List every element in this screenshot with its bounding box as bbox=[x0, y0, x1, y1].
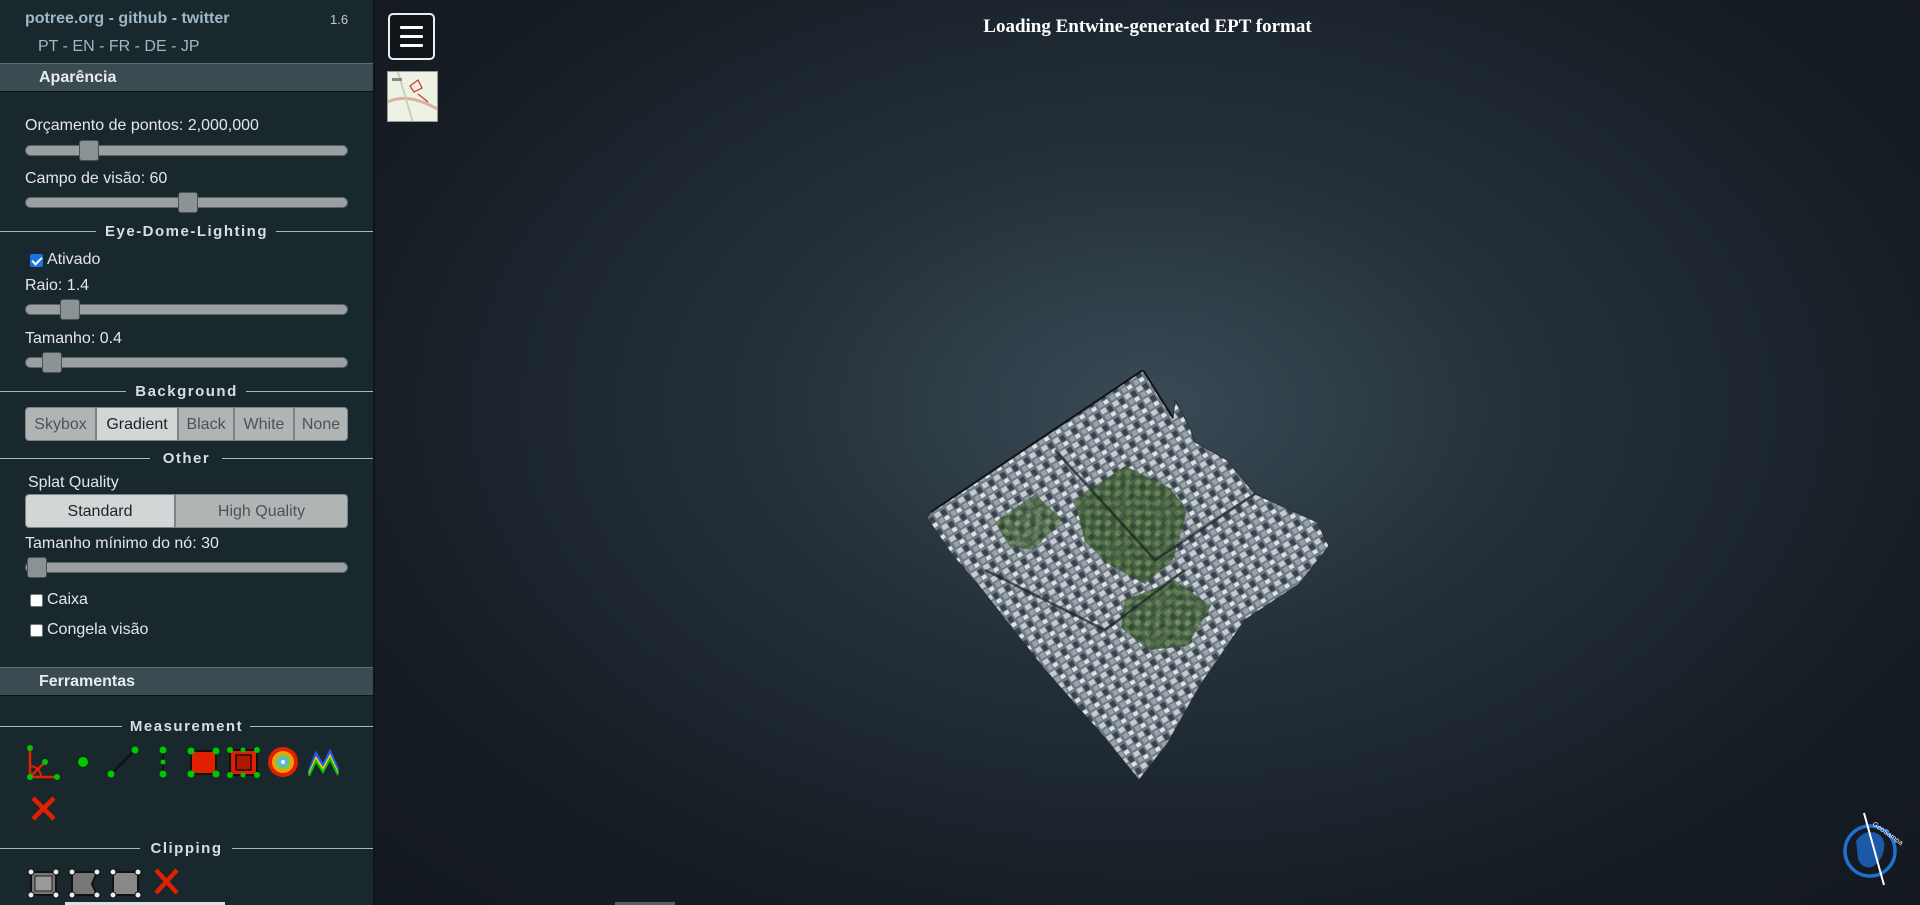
link-github[interactable]: github bbox=[118, 10, 167, 27]
height-icon[interactable] bbox=[145, 744, 182, 781]
map-toggle-button[interactable] bbox=[387, 71, 438, 122]
menu-toggle-button[interactable] bbox=[388, 13, 435, 60]
accordion-tools[interactable]: Ferramentas bbox=[0, 667, 373, 696]
measurement-section-title: Measurement bbox=[129, 718, 244, 735]
freeze-view-check[interactable] bbox=[30, 623, 43, 637]
point-budget-slider[interactable] bbox=[25, 140, 348, 161]
clip-polygon-icon[interactable] bbox=[66, 864, 103, 901]
edl-enabled-checkbox[interactable]: Ativado bbox=[30, 251, 100, 269]
other-section-title: Other bbox=[162, 450, 211, 467]
other-section-divider: Other bbox=[0, 449, 373, 469]
min-node-size-slider[interactable] bbox=[25, 557, 348, 578]
version-label: 1.6 bbox=[330, 12, 349, 27]
lang-jp[interactable]: JP bbox=[181, 38, 200, 55]
area-icon[interactable] bbox=[185, 744, 222, 781]
point-cloud-viewer[interactable]: Loading Entwine-generated EPT format Geo… bbox=[65, 0, 1920, 905]
background-black-button[interactable]: Black bbox=[178, 407, 234, 441]
link-separator: - bbox=[108, 10, 114, 27]
clipping-section-title: Clipping bbox=[150, 840, 223, 857]
edl-strength-slider-handle[interactable] bbox=[42, 352, 62, 373]
background-none-button[interactable]: None bbox=[294, 407, 348, 441]
accordion-appearance-title: Aparência bbox=[39, 69, 117, 86]
background-section-divider: Background bbox=[0, 382, 373, 402]
clip-volume-icon[interactable] bbox=[25, 864, 62, 901]
language-links: PT - EN - FR - DE - JP bbox=[38, 38, 200, 56]
freeze-view-label: Congela visão bbox=[47, 621, 149, 638]
freeze-view-checkbox[interactable]: Congela visão bbox=[30, 621, 148, 639]
lang-separator: - bbox=[171, 38, 177, 55]
point-cloud-render bbox=[926, 370, 1330, 781]
point-budget-label: Orçamento de pontos: 2,000,000 bbox=[25, 117, 259, 134]
menu-icon-bar bbox=[400, 44, 423, 47]
background-section-title: Background bbox=[135, 383, 238, 400]
volume-icon[interactable] bbox=[225, 744, 262, 781]
background-button-group: Skybox Gradient Black White None bbox=[25, 407, 348, 441]
lang-pt[interactable]: PT bbox=[38, 38, 58, 55]
measurement-tools-row2 bbox=[25, 790, 62, 827]
viewer-title: Loading Entwine-generated EPT format bbox=[983, 16, 1312, 37]
menu-icon-bar bbox=[400, 35, 423, 38]
splat-high-quality-button[interactable]: High Quality bbox=[175, 494, 348, 528]
clip-screen-box-icon[interactable] bbox=[107, 864, 144, 901]
edl-strength-slider[interactable] bbox=[25, 352, 348, 373]
box-label: Caixa bbox=[47, 591, 88, 608]
min-node-size-slider-handle[interactable] bbox=[27, 557, 47, 578]
remove-clipping-icon[interactable] bbox=[148, 864, 185, 901]
header-links: potree.org - github - twitter bbox=[25, 10, 229, 28]
fov-label: Campo de visão: 60 bbox=[25, 170, 168, 187]
link-separator: - bbox=[171, 10, 178, 27]
distance-icon[interactable] bbox=[105, 744, 142, 781]
lang-de[interactable]: DE bbox=[144, 38, 166, 55]
edl-enabled-check[interactable] bbox=[30, 253, 43, 267]
lang-fr[interactable]: FR bbox=[109, 38, 130, 55]
map-icon bbox=[388, 72, 437, 121]
edl-radius-label: Raio: 1.4 bbox=[25, 277, 90, 294]
lang-separator: - bbox=[62, 38, 68, 55]
accordion-tools-title: Ferramentas bbox=[39, 673, 136, 690]
edl-section-divider: Eye-Dome-Lighting bbox=[0, 222, 373, 242]
menu-icon bbox=[400, 26, 423, 29]
remove-all-icon[interactable] bbox=[25, 790, 62, 827]
link-potree[interactable]: potree.org bbox=[25, 10, 104, 27]
lang-separator: - bbox=[99, 38, 105, 55]
clipping-tools bbox=[25, 864, 185, 901]
background-skybox-button[interactable]: Skybox bbox=[25, 407, 96, 441]
geosampa-logo-icon: GeoSampa bbox=[1843, 812, 1904, 886]
splat-quality-label: Splat Quality bbox=[28, 474, 119, 491]
background-gradient-button[interactable]: Gradient bbox=[96, 407, 178, 441]
edl-radius-slider-handle[interactable] bbox=[60, 299, 80, 320]
box-checkbox[interactable]: Caixa bbox=[30, 591, 88, 609]
fov-slider-handle[interactable] bbox=[178, 192, 198, 213]
background-white-button[interactable]: White bbox=[234, 407, 294, 441]
box-check[interactable] bbox=[30, 593, 43, 607]
splat-standard-button[interactable]: Standard bbox=[25, 494, 175, 528]
sphere-volume-icon[interactable] bbox=[265, 744, 302, 781]
point-icon[interactable] bbox=[65, 744, 102, 781]
edl-strength-label: Tamanho: 0.4 bbox=[25, 330, 122, 347]
splat-quality-button-group: Standard High Quality bbox=[25, 494, 348, 528]
edl-section-title: Eye-Dome-Lighting bbox=[105, 223, 268, 240]
min-node-size-label: Tamanho mínimo do nó: 30 bbox=[25, 535, 219, 552]
lang-separator: - bbox=[134, 38, 140, 55]
sidebar: potree.org - github - twitter 1.6 PT - E… bbox=[0, 0, 373, 905]
point-budget-slider-handle[interactable] bbox=[79, 140, 99, 161]
edl-enabled-label: Ativado bbox=[47, 251, 101, 268]
link-twitter[interactable]: twitter bbox=[181, 10, 229, 27]
measurement-section-divider: Measurement bbox=[0, 717, 373, 737]
profile-icon[interactable] bbox=[305, 744, 342, 781]
angle-icon[interactable] bbox=[25, 744, 62, 781]
measurement-tools bbox=[25, 744, 342, 781]
lang-en[interactable]: EN bbox=[72, 38, 94, 55]
edl-radius-slider[interactable] bbox=[25, 299, 348, 320]
accordion-appearance[interactable]: Aparência bbox=[0, 63, 373, 92]
clipping-section-divider: Clipping bbox=[0, 839, 373, 859]
fov-slider[interactable] bbox=[25, 192, 348, 213]
